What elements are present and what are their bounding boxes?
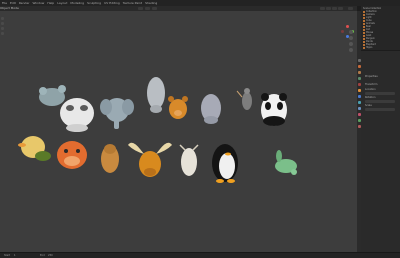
proportional-edit-button[interactable] xyxy=(152,7,157,10)
neg-x-axis-icon[interactable] xyxy=(341,30,344,33)
elephant-model[interactable] xyxy=(100,98,134,129)
location-field[interactable] xyxy=(365,92,395,95)
goat-model[interactable] xyxy=(179,144,199,176)
owl-model[interactable] xyxy=(60,98,94,132)
moose-model[interactable] xyxy=(128,142,172,177)
x-axis-icon[interactable] xyxy=(346,25,349,28)
capybara-model[interactable] xyxy=(101,144,119,173)
tab-texture-paint[interactable]: Texture Paint xyxy=(123,1,142,5)
right-sidebar: Scene Collection Collection Camera Light… xyxy=(361,6,400,252)
outliner-row[interactable]: Hippo xyxy=(363,46,372,49)
menu-render[interactable]: Render xyxy=(19,1,30,5)
hippo-model[interactable] xyxy=(201,94,221,124)
scale-label: Scale xyxy=(365,104,372,107)
tab-sculpting[interactable]: Sculpting xyxy=(87,1,101,5)
pan-hand-icon[interactable] xyxy=(349,36,353,40)
perspective-toggle-icon[interactable] xyxy=(349,48,353,52)
mesh-icon xyxy=(363,46,365,49)
outliner-panel: Scene Collection Collection Camera Light… xyxy=(361,6,400,51)
bear-model[interactable] xyxy=(168,96,188,119)
location-label: Location xyxy=(365,88,376,91)
outliner-item-label: Hippo xyxy=(366,46,373,49)
tab-layout[interactable]: Layout xyxy=(57,1,67,5)
penguin-model[interactable] xyxy=(212,144,238,183)
transform-label: Transform xyxy=(365,83,378,86)
camera-view-icon[interactable] xyxy=(349,42,353,46)
transform-pivot-button[interactable] xyxy=(138,7,143,10)
mouse-model[interactable] xyxy=(39,85,66,106)
properties-title: Properties xyxy=(365,75,378,78)
properties-panel: Properties Transform Location Rotation S… xyxy=(361,51,400,252)
rotation-field[interactable] xyxy=(365,100,395,103)
viewport-shading-rendered-button[interactable] xyxy=(338,7,343,10)
panda-model[interactable] xyxy=(261,93,287,126)
tab-modeling[interactable]: Modeling xyxy=(70,1,84,5)
snap-button[interactable] xyxy=(145,7,150,10)
tab-uv-editing[interactable]: UV Editing xyxy=(104,1,120,5)
viewport-shading-material-button[interactable] xyxy=(332,7,337,10)
rhino-model[interactable] xyxy=(147,77,165,113)
menu-edit[interactable]: Edit xyxy=(10,1,16,5)
duck-model[interactable] xyxy=(18,136,51,161)
scale-field[interactable] xyxy=(365,108,395,111)
lizard-model[interactable] xyxy=(275,150,297,175)
fox-model[interactable] xyxy=(57,141,87,169)
zoom-icon[interactable] xyxy=(349,30,353,34)
overlays-button[interactable] xyxy=(348,7,353,10)
3d-viewport[interactable] xyxy=(0,11,357,252)
menu-file[interactable]: File xyxy=(2,1,7,5)
viewport-shading-solid-button[interactable] xyxy=(326,7,331,10)
menu-help[interactable]: Help xyxy=(47,1,54,5)
standing-mouse-model[interactable] xyxy=(236,88,252,110)
object-mode-dropdown[interactable]: Object Mode xyxy=(0,6,19,10)
tab-shading[interactable]: Shading xyxy=(145,1,157,5)
main-menu: File Edit Render Window Help Layout Mode… xyxy=(2,1,157,5)
menu-window[interactable]: Window xyxy=(33,1,45,5)
timeline-bar: Start 1 End 250 xyxy=(0,252,400,258)
scene-objects xyxy=(18,77,297,183)
viewport-shading-wire-button[interactable] xyxy=(320,7,325,10)
rotation-label: Rotation xyxy=(365,96,376,99)
